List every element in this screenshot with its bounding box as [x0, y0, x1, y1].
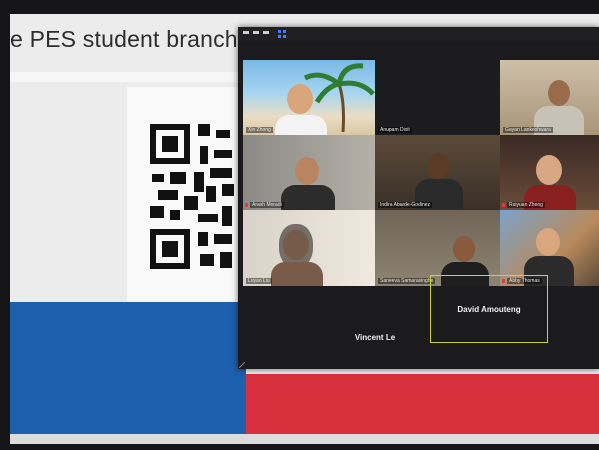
zoom-window-titlebar[interactable]: [238, 27, 599, 41]
qr-code-image: [150, 124, 234, 269]
participant-face: [287, 84, 313, 114]
participant-face: [427, 153, 449, 179]
participant-face: [453, 236, 475, 262]
participant-body: [275, 115, 327, 135]
video-tile[interactable]: Indira Abarde-Godinez: [375, 135, 500, 210]
participant-name: Luyao Liu: [246, 278, 272, 284]
participant-name: Gayan Lankeshwara: [503, 127, 553, 133]
slide-title: e PES student branch: [10, 26, 238, 52]
participant-body: [281, 185, 335, 210]
muted-mic-icon: [245, 203, 248, 207]
video-tile[interactable]: Anupam Dixit: [375, 60, 500, 135]
video-tile-david-amouteng-active-speaker[interactable]: David Amouteng: [430, 275, 548, 343]
video-tile-vincent-le[interactable]: Vincent Le: [310, 303, 440, 371]
participant-name: Anupam Dixit: [378, 127, 412, 133]
resize-handle-icon[interactable]: [239, 362, 245, 368]
slide-blue-band: [10, 302, 246, 434]
participant-face: [536, 228, 560, 256]
muted-mic-icon: [502, 203, 505, 207]
slide-bottom-strip: [10, 434, 599, 444]
maximize-icon[interactable]: [263, 31, 269, 34]
video-tile[interactable]: Gayan Lankeshwara: [500, 60, 599, 135]
participant-face: [536, 155, 562, 185]
slide-red-band: [246, 374, 599, 434]
zoom-gallery-window[interactable]: Xin Zhong Anupam Dixit Gayan Lankeshwara…: [238, 27, 599, 369]
close-icon[interactable]: [243, 31, 249, 34]
video-tile[interactable]: Ruiyuan Zheng: [500, 135, 599, 210]
participant-name: Saneeva Samarasinghe: [378, 278, 436, 284]
participant-face: [548, 80, 570, 106]
participant-name: Xin Zhong: [246, 127, 273, 133]
participant-face: [295, 157, 319, 185]
minimize-icon[interactable]: [253, 31, 259, 34]
participant-name: Ruiyuan Zheng: [507, 202, 545, 208]
participant-body: [271, 262, 323, 286]
video-tile[interactable]: Arash Moradi: [243, 135, 375, 210]
gallery-view-icon[interactable]: [278, 30, 286, 38]
video-tile[interactable]: Luyao Liu: [243, 210, 375, 286]
participant-name: Indira Abarde-Godinez: [378, 202, 433, 208]
video-tile[interactable]: Xin Zhong: [243, 60, 375, 135]
participant-name: Arash Moradi: [250, 202, 284, 208]
